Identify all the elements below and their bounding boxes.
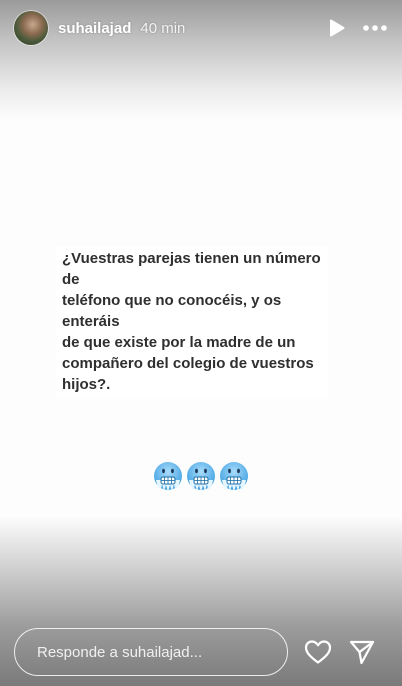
story-timestamp: 40 min <box>140 19 186 37</box>
more-options-icon <box>363 25 387 31</box>
play-icon <box>330 19 345 37</box>
share-button[interactable] <box>347 638 377 666</box>
cold-face-emoji <box>154 462 182 492</box>
story-text: ¿Vuestras parejas tienen un número de te… <box>56 246 328 399</box>
story-header: suhailajad 40 min <box>14 11 390 45</box>
play-button[interactable] <box>324 15 350 41</box>
reply-input[interactable] <box>14 628 288 676</box>
emoji-row <box>153 460 249 494</box>
username[interactable]: suhailajad <box>58 20 131 37</box>
story-viewer: suhailajad 40 min ¿Vuestras parejas tien… <box>0 0 402 686</box>
cold-face-emoji <box>187 462 215 492</box>
send-icon <box>349 640 375 665</box>
like-button[interactable] <box>303 638 333 666</box>
avatar[interactable] <box>14 11 48 45</box>
more-options-button[interactable] <box>360 15 390 41</box>
cold-face-emoji <box>220 462 248 492</box>
heart-icon <box>304 640 332 664</box>
